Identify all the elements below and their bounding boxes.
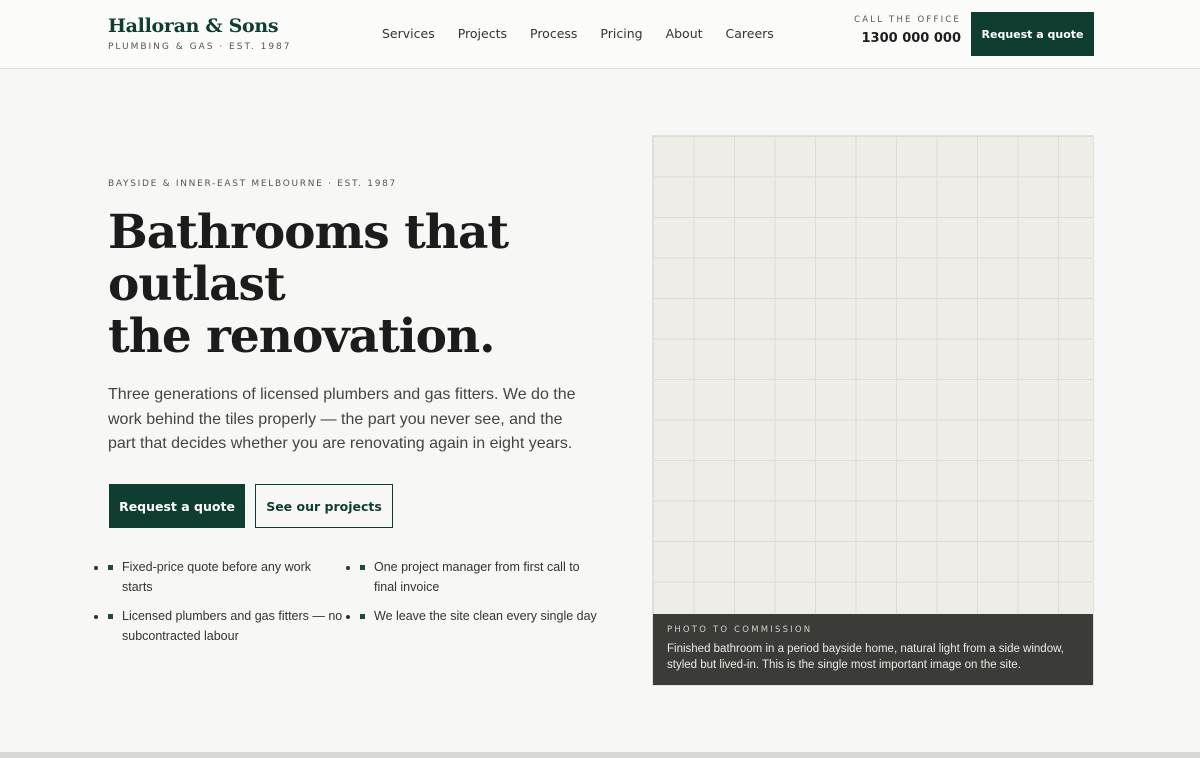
feature-text: One project manager from first call to f… bbox=[374, 560, 580, 594]
nav-services[interactable]: Services bbox=[382, 26, 435, 42]
main-nav: Services Projects Process Pricing About … bbox=[382, 26, 797, 42]
next-section-edge bbox=[0, 752, 1200, 758]
call-label: CALL THE OFFICE bbox=[854, 15, 961, 25]
feature-item: One project manager from first call to f… bbox=[360, 558, 590, 597]
hero-lede: Three generations of licensed plumbers a… bbox=[108, 386, 576, 452]
square-bullet-icon bbox=[108, 614, 113, 619]
site-header: Halloran & Sons PLUMBING & GAS · EST. 19… bbox=[0, 0, 1200, 69]
nav-pricing[interactable]: Pricing bbox=[600, 26, 642, 42]
nav-process[interactable]: Process bbox=[530, 26, 577, 42]
hero-photo-placeholder: PHOTO TO COMMISSION Finished bathroom in… bbox=[652, 135, 1094, 686]
caption-label: PHOTO TO COMMISSION bbox=[667, 625, 813, 635]
hero-headline: Bathrooms that outlast the renovation. bbox=[108, 207, 578, 363]
nav-about[interactable]: About bbox=[666, 26, 703, 42]
feature-item: We leave the site clean every single day bbox=[360, 607, 600, 627]
brand-tagline: PLUMBING & GAS · EST. 1987 bbox=[108, 42, 292, 52]
feature-item: Fixed-price quote before any work starts bbox=[108, 558, 323, 597]
square-bullet-icon bbox=[360, 614, 365, 619]
header-request-quote-button[interactable]: Request a quote bbox=[971, 12, 1094, 56]
feature-text: We leave the site clean every single day bbox=[374, 609, 597, 623]
nav-careers[interactable]: Careers bbox=[726, 26, 774, 42]
square-bullet-icon bbox=[108, 565, 113, 570]
phone-number-link[interactable]: 1300 000 000 bbox=[854, 31, 961, 46]
caption-text: Finished bathroom in a period bayside ho… bbox=[667, 643, 1064, 671]
request-quote-button[interactable]: Request a quote bbox=[109, 484, 245, 528]
feature-text: Licensed plumbers and gas fitters — no s… bbox=[122, 609, 343, 643]
hero-eyebrow: BAYSIDE & INNER-EAST MELBOURNE · EST. 19… bbox=[108, 179, 397, 189]
headline-line-2: outlast bbox=[108, 257, 286, 312]
call-office: CALL THE OFFICE 1300 000 000 bbox=[854, 15, 961, 46]
feature-text: Fixed-price quote before any work starts bbox=[122, 560, 311, 594]
nav-projects[interactable]: Projects bbox=[458, 26, 507, 42]
square-bullet-icon bbox=[360, 565, 365, 570]
headline-line-3: the renovation. bbox=[108, 309, 496, 364]
brand-name: Halloran & Sons bbox=[108, 15, 279, 37]
feature-item: Licensed plumbers and gas fitters — no s… bbox=[108, 607, 343, 646]
brand-logo[interactable]: Halloran & Sons PLUMBING & GAS · EST. 19… bbox=[108, 15, 292, 52]
headline-line-1: Bathrooms that bbox=[108, 205, 509, 260]
photo-caption: PHOTO TO COMMISSION Finished bathroom in… bbox=[653, 614, 1093, 685]
see-projects-button[interactable]: See our projects bbox=[255, 484, 393, 528]
